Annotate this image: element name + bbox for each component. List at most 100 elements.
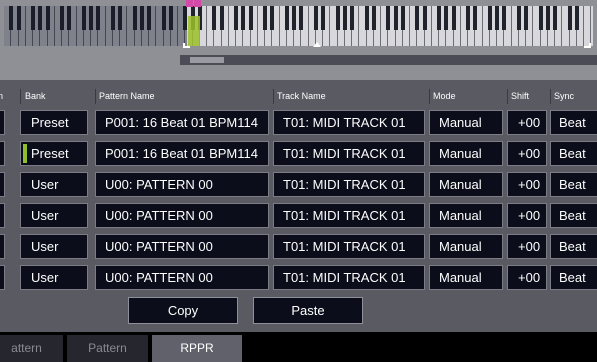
black-key[interactable] (415, 6, 420, 30)
table-row[interactable]: Preset P001: 16 Beat 01 BPM114 T01: MIDI T… (0, 108, 597, 138)
mode-cell-text: Manual (439, 270, 482, 285)
black-key[interactable] (284, 6, 289, 30)
white-key[interactable] (584, 6, 592, 46)
black-key[interactable] (270, 6, 275, 30)
mode-cell[interactable]: Manual (429, 172, 503, 197)
row-edge-cell[interactable] (0, 203, 5, 228)
black-key[interactable] (545, 6, 550, 30)
black-key[interactable] (212, 6, 217, 30)
black-key[interactable] (444, 6, 449, 30)
keyboard-scroll-thumb[interactable] (190, 57, 224, 63)
black-key[interactable] (335, 6, 340, 30)
black-key[interactable] (299, 6, 304, 30)
black-key[interactable] (567, 6, 572, 30)
black-key[interactable] (422, 6, 427, 30)
column-header-shift: Shift (511, 91, 530, 101)
shift-cell[interactable]: +00 (507, 234, 547, 259)
black-key[interactable] (321, 6, 325, 30)
bank-cell[interactable]: User (20, 172, 88, 197)
shift-cell[interactable]: +00 (507, 203, 547, 228)
black-key[interactable] (393, 6, 398, 30)
black-key[interactable] (524, 6, 528, 30)
bank-cell-text: User (31, 270, 59, 285)
sync-cell[interactable]: Beat (550, 203, 597, 228)
row-edge-cell[interactable] (0, 172, 5, 197)
black-key[interactable] (516, 6, 521, 30)
copy-button[interactable]: Copy (128, 297, 238, 324)
track-name-cell[interactable]: T01: MIDI TRACK 01 (273, 110, 425, 135)
keyboard-scrollbar[interactable] (180, 55, 597, 65)
shift-cell[interactable]: +00 (507, 110, 547, 135)
black-key[interactable] (234, 6, 238, 30)
row-edge-cell[interactable] (0, 234, 5, 259)
mode-cell[interactable]: Manual (429, 203, 503, 228)
black-key[interactable] (400, 6, 405, 30)
sync-cell-text: Beat (559, 239, 586, 254)
track-name-cell[interactable]: T01: MIDI TRACK 01 (273, 141, 425, 166)
bank-cell[interactable]: User (20, 265, 88, 290)
bank-cell[interactable]: Preset (20, 141, 88, 166)
table-row[interactable]: User U00: PATTERN 00 T01: MIDI TRACK 01 Man… (0, 201, 597, 231)
track-name-cell[interactable]: T01: MIDI TRACK 01 (273, 172, 425, 197)
table-row[interactable]: User U00: PATTERN 00 T01: MIDI TRACK 01 Man… (0, 170, 597, 200)
tab-pattern-1[interactable]: attern (0, 335, 63, 362)
black-key[interactable] (574, 6, 579, 30)
pattern-name-cell[interactable]: U00: PATTERN 00 (95, 203, 269, 228)
black-key[interactable] (451, 6, 456, 30)
black-key[interactable] (241, 6, 246, 30)
black-key[interactable] (466, 6, 470, 30)
sync-cell-text: Beat (559, 146, 586, 161)
black-key[interactable] (371, 6, 376, 30)
shift-cell-text: +00 (518, 115, 541, 130)
black-key[interactable] (263, 6, 267, 30)
black-key[interactable] (292, 6, 296, 30)
black-key[interactable] (248, 6, 253, 30)
pattern-name-cell[interactable]: P001: 16 Beat 01 BPM114 (95, 110, 269, 135)
bank-cell[interactable]: User (20, 234, 88, 259)
bank-cell[interactable]: Preset (20, 110, 88, 135)
pattern-name-cell[interactable]: U00: PATTERN 00 (95, 265, 269, 290)
black-key[interactable] (437, 6, 441, 30)
black-key[interactable] (219, 6, 224, 30)
black-key[interactable] (473, 6, 478, 30)
black-key[interactable] (502, 6, 507, 30)
black-key[interactable] (342, 6, 347, 30)
track-name-cell[interactable]: T01: MIDI TRACK 01 (273, 234, 425, 259)
black-key[interactable] (495, 6, 499, 30)
pattern-name-cell[interactable]: U00: PATTERN 00 (95, 234, 269, 259)
track-name-cell[interactable]: T01: MIDI TRACK 01 (273, 265, 425, 290)
black-key[interactable] (364, 6, 369, 30)
pattern-name-cell[interactable]: P001: 16 Beat 01 BPM114 (95, 141, 269, 166)
paste-button[interactable]: Paste (253, 297, 363, 324)
black-key[interactable] (538, 6, 543, 30)
pattern-name-cell[interactable]: U00: PATTERN 00 (95, 172, 269, 197)
mode-cell[interactable]: Manual (429, 141, 503, 166)
row-edge-cell[interactable] (0, 110, 5, 135)
black-key[interactable] (386, 6, 391, 30)
bank-cell[interactable]: User (20, 203, 88, 228)
shift-cell[interactable]: +00 (507, 141, 547, 166)
black-key[interactable] (350, 6, 354, 30)
mode-cell[interactable]: Manual (429, 110, 503, 135)
sync-cell[interactable]: Beat (550, 172, 597, 197)
table-row[interactable]: Preset P001: 16 Beat 01 BPM114 T01: MIDI T… (0, 139, 597, 169)
sync-cell[interactable]: Beat (550, 110, 597, 135)
table-row[interactable]: User U00: PATTERN 00 T01: MIDI TRACK 01 Man… (0, 232, 597, 262)
black-key[interactable] (553, 6, 557, 30)
tab-pattern-2[interactable]: Pattern (67, 335, 148, 362)
track-name-cell[interactable]: T01: MIDI TRACK 01 (273, 203, 425, 228)
table-row[interactable]: User U00: PATTERN 00 T01: MIDI TRACK 01 Man… (0, 263, 597, 293)
shift-cell[interactable]: +00 (507, 172, 547, 197)
shift-cell[interactable]: +00 (507, 265, 547, 290)
mode-cell[interactable]: Manual (429, 234, 503, 259)
row-edge-cell[interactable] (0, 265, 5, 290)
sync-cell[interactable]: Beat (550, 234, 597, 259)
row-edge-cell[interactable] (0, 141, 5, 166)
black-key[interactable] (313, 6, 318, 30)
column-separator (95, 89, 96, 104)
sync-cell[interactable]: Beat (550, 141, 597, 166)
sync-cell[interactable]: Beat (550, 265, 597, 290)
black-key[interactable] (487, 6, 492, 30)
tab-rppr[interactable]: RPPR (152, 335, 242, 362)
mode-cell[interactable]: Manual (429, 265, 503, 290)
